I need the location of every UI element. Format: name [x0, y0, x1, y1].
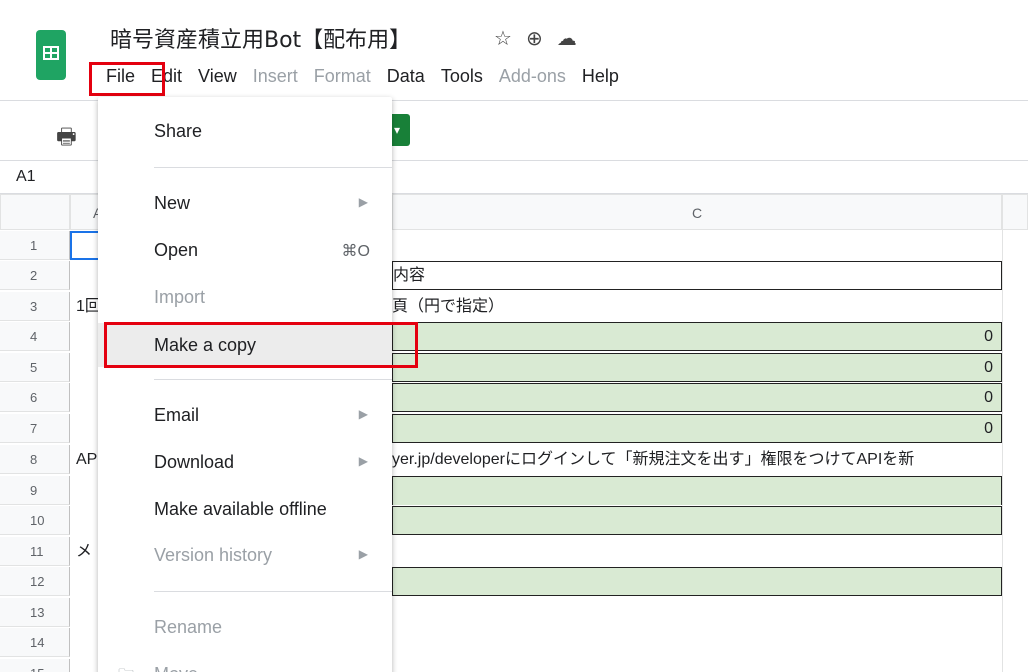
submenu-arrow-icon: ▶	[358, 407, 368, 421]
cell-c12[interactable]	[392, 567, 1002, 596]
menu-bar: File Edit View Insert Format Data Tools …	[106, 66, 635, 87]
selected-cell-a1[interactable]	[70, 231, 100, 260]
menu-item-open[interactable]: Open ⌘O	[98, 230, 392, 270]
menu-item-label: Download	[154, 452, 235, 472]
menu-item-move[interactable]: 🗀 Move	[98, 654, 392, 672]
row-header[interactable]: 5	[0, 353, 70, 382]
row-header[interactable]: 7	[0, 414, 70, 443]
row-header[interactable]: 8	[0, 445, 70, 474]
menu-format[interactable]: Format	[314, 66, 371, 87]
menu-item-download[interactable]: Download ▶	[98, 442, 392, 482]
cell-c2-text: 内容	[393, 267, 426, 284]
name-box[interactable]: A1	[16, 168, 36, 186]
folder-icon: 🗀	[118, 664, 134, 672]
cloud-status-icon[interactable]: ☁	[557, 26, 577, 51]
cell-a8-text: AP	[76, 451, 98, 468]
star-icon[interactable]: ☆	[494, 26, 512, 51]
sheets-app: 暗号資産積立用Bot【配布用】 ☆ ⊕ ☁ File Edit View Ins…	[0, 0, 1028, 672]
cell-c4[interactable]: 0	[392, 322, 1002, 351]
cell-c8-text: yer.jp/developerにログインして「新規注文を出す」権限をつけてAP…	[392, 451, 915, 468]
row-header[interactable]: 3	[0, 292, 70, 321]
row-header[interactable]: 9	[0, 476, 70, 505]
cell-c3-text: 頁（円で指定）	[392, 298, 505, 315]
cell-c2[interactable]: 内容	[392, 261, 1002, 290]
row-header[interactable]: 11	[0, 537, 70, 566]
cell-c5[interactable]: 0	[392, 353, 1002, 382]
menu-item-rename[interactable]: Rename	[98, 607, 392, 647]
menu-help[interactable]: Help	[582, 66, 619, 87]
menu-item-new[interactable]: New ▶	[98, 183, 392, 223]
cell-value: 0	[984, 359, 993, 376]
cell-value: 0	[984, 328, 993, 345]
cell-value: 0	[984, 389, 993, 406]
cell-c7[interactable]: 0	[392, 414, 1002, 443]
cell-c10[interactable]	[392, 506, 1002, 535]
cell-c6[interactable]: 0	[392, 383, 1002, 412]
menu-item-label: Move	[154, 664, 198, 672]
move-to-drive-icon[interactable]: ⊕	[526, 26, 543, 51]
make-a-copy-highlight	[104, 322, 418, 368]
menu-item-label: Open	[154, 240, 199, 260]
cell-value: 0	[984, 420, 993, 437]
menu-item-import[interactable]: Import	[98, 277, 392, 317]
menu-item-version-history[interactable]: Version history ▶	[98, 535, 392, 575]
cell-c9[interactable]	[392, 476, 1002, 505]
row-header[interactable]: 15	[0, 659, 70, 672]
row-header[interactable]: 12	[0, 567, 70, 596]
menu-add-ons[interactable]: Add-ons	[499, 66, 566, 87]
column-header-d[interactable]	[1002, 194, 1028, 230]
menu-item-label: New	[154, 193, 191, 213]
row-header[interactable]: 1	[0, 231, 70, 260]
document-title[interactable]: 暗号資産積立用Bot【配布用】	[110, 22, 411, 54]
sheets-logo-icon[interactable]	[36, 30, 66, 80]
menu-insert[interactable]: Insert	[253, 66, 298, 87]
menu-separator	[154, 591, 392, 592]
menu-tools[interactable]: Tools	[441, 66, 483, 87]
row-header[interactable]: 6	[0, 383, 70, 412]
submenu-arrow-icon: ▶	[358, 454, 368, 468]
menu-item-label: Email	[154, 405, 200, 425]
row-header[interactable]: 2	[0, 261, 70, 290]
menu-view[interactable]: View	[198, 66, 237, 87]
menu-item-label: Version history	[154, 545, 273, 565]
submenu-arrow-icon: ▶	[358, 195, 368, 209]
menu-item-label: Import	[154, 287, 206, 307]
file-menu-highlight	[89, 62, 165, 96]
shortcut-label: ⌘O	[341, 243, 370, 260]
cell-a11-text: メ	[76, 543, 93, 560]
row-header[interactable]: 13	[0, 598, 70, 627]
menu-data[interactable]: Data	[387, 66, 425, 87]
menu-item-email[interactable]: Email ▶	[98, 395, 392, 435]
menu-item-share[interactable]: Share	[98, 111, 392, 151]
menu-separator	[154, 379, 392, 380]
column-header-c[interactable]: C	[392, 194, 1002, 230]
select-all-corner[interactable]	[0, 194, 70, 230]
menu-separator	[154, 167, 392, 168]
row-header[interactable]: 10	[0, 506, 70, 535]
submenu-arrow-icon: ▶	[358, 547, 368, 561]
row-header[interactable]: 4	[0, 322, 70, 351]
print-icon[interactable]: 🖶	[56, 120, 77, 158]
menu-item-label: Rename	[154, 617, 223, 637]
menu-item-label: Share	[154, 121, 203, 141]
menu-item-make-available-offline[interactable]: Make available offline	[98, 489, 392, 529]
file-menu-dropdown: Share New ▶ Open ⌘O Import Make a copy E…	[98, 97, 392, 672]
menu-item-label: Make available offline	[154, 499, 327, 519]
row-header[interactable]: 14	[0, 628, 70, 657]
